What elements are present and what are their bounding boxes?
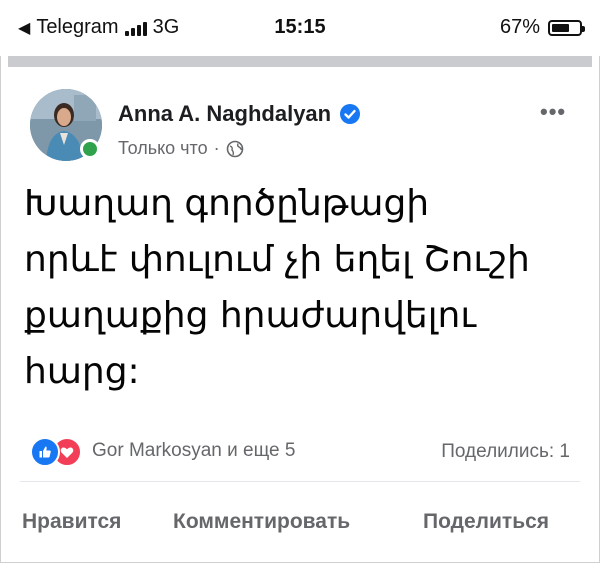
meta-separator: · bbox=[213, 138, 220, 158]
online-status-indicator bbox=[80, 139, 100, 159]
verified-badge-icon bbox=[340, 104, 361, 124]
battery-icon bbox=[548, 19, 585, 36]
actions-divider bbox=[20, 481, 580, 482]
reactions-summary[interactable]: Gor Markosyan и еще 5 bbox=[30, 437, 296, 467]
like-icon bbox=[30, 437, 60, 467]
shares-count[interactable]: Поделились: 1 bbox=[441, 441, 570, 463]
reactions-text: Gor Markosyan и еще 5 bbox=[92, 440, 296, 461]
comment-button[interactable]: Комментировать bbox=[173, 510, 350, 534]
author-name[interactable]: Anna A. Naghdalyan bbox=[118, 101, 331, 127]
globe-icon bbox=[226, 140, 243, 157]
post-text-line: քաղաքից հրաժարվելու bbox=[24, 295, 476, 336]
feed-separator bbox=[8, 56, 592, 67]
reaction-icons bbox=[30, 437, 82, 467]
like-button[interactable]: Нравится bbox=[22, 510, 121, 534]
more-options-icon[interactable]: ••• bbox=[540, 99, 566, 125]
status-bar: ◀ Telegram 3G 15:15 67% bbox=[0, 0, 600, 56]
post-meta: Только что · bbox=[118, 138, 244, 159]
post-text: Խաղաղ գործընթացի որևէ փուլում չի եղել Շո… bbox=[24, 176, 584, 400]
share-button[interactable]: Поделиться bbox=[423, 510, 549, 534]
battery-percent: 67% bbox=[499, 16, 540, 38]
status-right: 67% bbox=[499, 16, 585, 39]
post-timestamp[interactable]: Только что bbox=[118, 138, 208, 159]
post-author: Anna A. Naghdalyan bbox=[118, 101, 361, 127]
post-text-line: հարց: bbox=[24, 351, 140, 392]
post-text-line: որևէ փուլում չի եղել Շուշի bbox=[24, 239, 530, 280]
post-text-line: Խաղաղ գործընթացի bbox=[24, 183, 430, 224]
